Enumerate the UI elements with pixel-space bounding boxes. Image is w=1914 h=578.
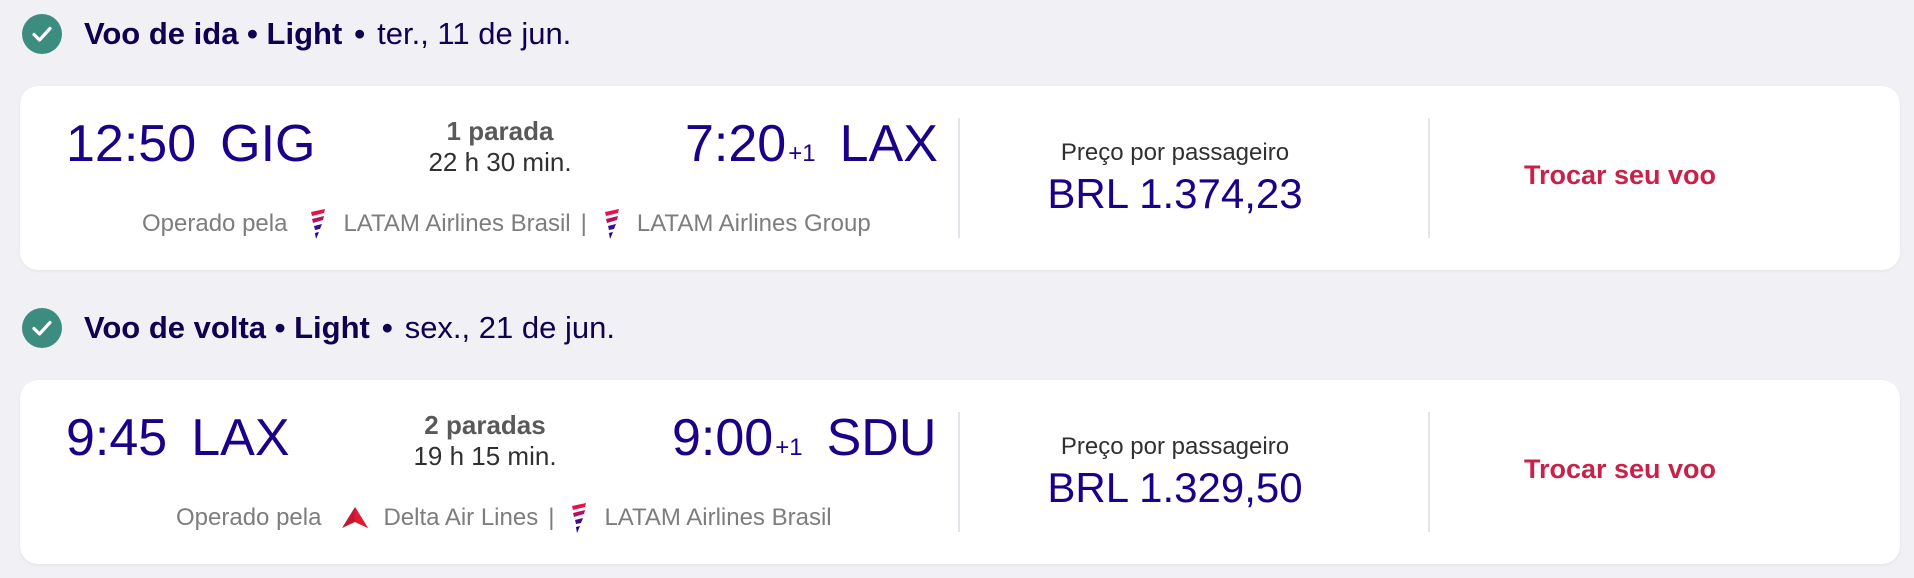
latam-logo-icon [307, 208, 329, 240]
outbound-flight-card: 12:50 GIG 1 parada 22 h 30 min. 7:20 +1 … [20, 86, 1900, 270]
separator-dot: • [354, 16, 366, 51]
departure: 9:45 LAX [66, 408, 290, 472]
latam-logo-icon [601, 208, 623, 240]
change-flight-link[interactable]: Trocar seu voo [1490, 160, 1750, 191]
check-icon [22, 14, 62, 54]
operators: Operado pela LATAM Airlines Brasil | LAT… [142, 206, 871, 242]
operator-separator: | [548, 504, 555, 531]
departure-airport: GIG [220, 115, 316, 173]
divider [958, 412, 960, 532]
outbound-header: Voo de ida • Light • ter., 11 de jun. [22, 12, 571, 56]
stops-info: 1 parada 22 h 30 min. [380, 116, 620, 178]
operator-name: LATAM Airlines Brasil [604, 504, 832, 531]
flight-date: ter., 11 de jun. [377, 16, 572, 51]
price-box: Preço por passageiro BRL 1.329,50 [1020, 432, 1330, 514]
stops-count: 2 paradas [424, 410, 546, 440]
separator-dot: • [381, 310, 393, 345]
leg-label: Voo de volta • Light [84, 310, 370, 345]
price-label: Preço por passageiro [1060, 433, 1290, 460]
arrival-plus-day: +1 [775, 434, 803, 461]
price-value: BRL 1.329,50 [1047, 464, 1303, 511]
arrival: 9:00 +1 SDU [672, 408, 936, 472]
price-label: Preço por passageiro [1060, 139, 1290, 166]
return-flight-card: 9:45 LAX 2 paradas 19 h 15 min. 9:00 +1 … [20, 380, 1900, 564]
arrival-plus-day: +1 [788, 140, 816, 167]
flight-date: sex., 21 de jun. [404, 310, 615, 345]
latam-logo-icon [568, 502, 590, 534]
change-flight-link[interactable]: Trocar seu voo [1490, 454, 1750, 485]
operator-name: LATAM Airlines Brasil [343, 210, 571, 237]
departure-time: 9:45 [66, 409, 168, 467]
operator-separator: | [580, 210, 587, 237]
divider [1428, 118, 1430, 238]
arrival: 7:20 +1 LAX [685, 114, 938, 178]
arrival-time: 7:20 [685, 115, 787, 173]
price-value: BRL 1.374,23 [1047, 170, 1303, 217]
divider [1428, 412, 1430, 532]
arrival-airport: LAX [839, 115, 938, 173]
flight-duration: 22 h 30 min. [428, 147, 572, 177]
leg-label: Voo de ida • Light [84, 16, 343, 51]
arrival-time: 9:00 [672, 409, 774, 467]
delta-logo-icon [341, 506, 369, 530]
stops-count: 1 parada [446, 116, 554, 146]
operators: Operado pela Delta Air Lines | LATAM Air… [176, 500, 832, 536]
stops-info: 2 paradas 19 h 15 min. [365, 410, 605, 472]
divider [958, 118, 960, 238]
departure-airport: LAX [191, 409, 290, 467]
check-icon [22, 308, 62, 348]
operated-by-label: Operado pela [176, 504, 322, 531]
operated-by-label: Operado pela [142, 210, 288, 237]
operator-name: LATAM Airlines Group [636, 210, 871, 237]
flight-duration: 19 h 15 min. [413, 441, 557, 471]
price-box: Preço por passageiro BRL 1.374,23 [1020, 138, 1330, 220]
arrival-airport: SDU [826, 409, 937, 467]
return-header: Voo de volta • Light • sex., 21 de jun. [22, 306, 615, 350]
departure-time: 12:50 [66, 115, 197, 173]
operator-name: Delta Air Lines [383, 504, 539, 531]
departure: 12:50 GIG [66, 114, 315, 178]
